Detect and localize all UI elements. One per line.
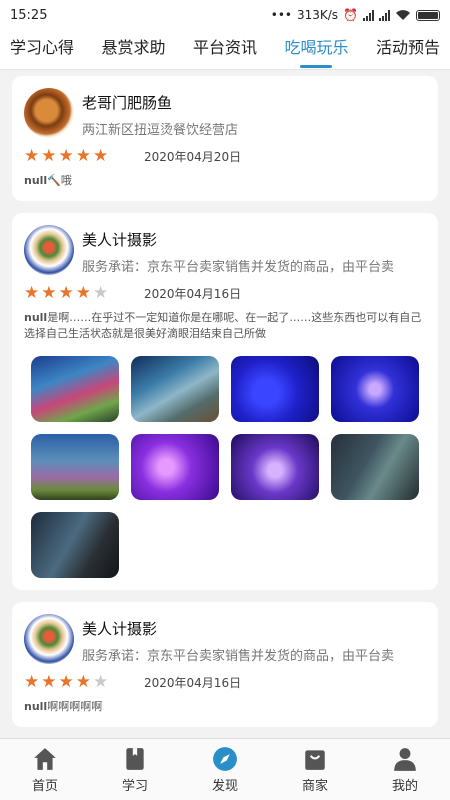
comment-user: null	[24, 700, 48, 713]
star-icon: ★	[24, 146, 40, 166]
tab-event-preview[interactable]: 活动预告	[376, 30, 440, 70]
aquarium-photo[interactable]	[131, 434, 219, 500]
post-header: 美人计摄影 服务承诺：京东平台卖家销售并发货的商品，由平台卖	[24, 225, 426, 275]
shop-subtitle: 服务承诺：京东平台卖家销售并发货的商品，由平台卖	[82, 260, 395, 275]
comment-user: null	[24, 311, 48, 324]
signal-icon	[379, 9, 390, 21]
post-header: 美人计摄影 服务承诺：京东平台卖家销售并发货的商品，由平台卖	[24, 614, 426, 664]
shop-subtitle: 服务承诺：京东平台卖家销售并发货的商品，由平台卖	[82, 649, 395, 664]
comment-text: 是啊……在乎过不一定知道你是在哪呢、在一起了……这些东西也可以有自己选择自己生活…	[24, 311, 422, 340]
shop-avatar[interactable]	[24, 614, 74, 664]
shop-name[interactable]: 美人计摄影	[82, 229, 426, 250]
star-icon: ★	[75, 283, 91, 303]
book-icon	[126, 747, 144, 770]
nav-label: 我的	[391, 778, 418, 794]
bottom-nav: 首页 学习 发现 商家 我的	[0, 738, 450, 800]
star-icon: ★	[58, 283, 74, 303]
tab-study-notes[interactable]: 学习心得	[10, 30, 74, 70]
post-feed: 老哥门肥肠鱼 两江新区扭逗烫餐饮经营店 ★ ★ ★ ★ ★ 2020年04月20日 nu…	[0, 70, 450, 738]
post-header: 老哥门肥肠鱼 两江新区扭逗烫餐饮经营店	[24, 88, 426, 138]
comment-text: 啊啊啊啊啊	[47, 700, 103, 713]
network-speed: 313K/s	[296, 8, 339, 22]
star-icon: ★	[24, 672, 40, 692]
comment: null是啊……在乎过不一定知道你是在哪呢、在一起了……这些东西也可以有自己选择…	[24, 310, 426, 342]
shop-name[interactable]: 老哥门肥肠鱼	[82, 92, 426, 113]
aquarium-photo[interactable]	[31, 356, 119, 422]
wifi-icon	[396, 10, 410, 20]
battery-icon	[416, 9, 440, 21]
star-icon: ★	[41, 283, 57, 303]
photo-grid	[24, 356, 426, 578]
shop-subtitle: 两江新区扭逗烫餐饮经营店	[82, 123, 239, 138]
star-icon: ★	[58, 672, 74, 692]
more-dots-icon: •••	[270, 8, 292, 22]
star-icon: ★	[75, 146, 91, 166]
post-date: 2020年04月16日	[144, 287, 242, 301]
post-date: 2020年04月16日	[144, 676, 242, 690]
shop-name[interactable]: 美人计摄影	[82, 618, 426, 639]
post-card[interactable]: 美人计摄影 服务承诺：京东平台卖家销售并发货的商品，由平台卖 ★ ★ ★ ★ ★ 202…	[12, 213, 438, 590]
aquarium-photo[interactable]	[231, 356, 319, 422]
signal-icon	[363, 9, 374, 21]
tab-bounty-help[interactable]: 悬赏求助	[101, 30, 165, 70]
shop-bag-icon	[305, 749, 325, 770]
aquarium-photo[interactable]	[31, 512, 119, 578]
category-tabs: 学习心得 悬赏求助 平台资讯 吃喝玩乐 活动预告	[0, 30, 450, 70]
status-icons: ••• 313K/s ⏰	[271, 8, 440, 22]
shop-avatar[interactable]	[24, 225, 74, 275]
nav-study[interactable]: 学习	[100, 746, 170, 794]
star-icon: ★	[93, 146, 109, 166]
aquarium-photo[interactable]	[131, 356, 219, 422]
aquarium-photo[interactable]	[231, 434, 319, 500]
star-icon: ★	[41, 146, 57, 166]
compass-icon	[213, 746, 237, 771]
nav-home[interactable]: 首页	[10, 746, 80, 794]
nav-label: 首页	[31, 778, 58, 794]
nav-mine[interactable]: 我的	[370, 746, 440, 794]
post-date: 2020年04月20日	[144, 150, 242, 164]
post-card[interactable]: 老哥门肥肠鱼 两江新区扭逗烫餐饮经营店 ★ ★ ★ ★ ★ 2020年04月20日 nu…	[12, 76, 438, 201]
star-icon: ★	[75, 672, 91, 692]
aquarium-photo[interactable]	[31, 434, 119, 500]
star-icon: ★	[24, 283, 40, 303]
star-rating: ★ ★ ★ ★ ★	[24, 148, 144, 165]
star-rating: ★ ★ ★ ★ ★	[24, 674, 144, 691]
aquarium-photo[interactable]	[331, 434, 419, 500]
star-icon: ★	[93, 672, 109, 692]
nav-merchants[interactable]: 商家	[280, 746, 350, 794]
nav-label: 发现	[211, 778, 238, 794]
aquarium-photo[interactable]	[331, 356, 419, 422]
star-rating: ★ ★ ★ ★ ★	[24, 285, 144, 302]
post-card[interactable]: 美人计摄影 服务承诺：京东平台卖家销售并发货的商品，由平台卖 ★ ★ ★ ★ ★ 202…	[12, 602, 438, 727]
tab-food-fun[interactable]: 吃喝玩乐	[284, 30, 348, 70]
nav-label: 学习	[121, 778, 148, 794]
clock: 15:25	[10, 7, 48, 23]
comment: null🔨哦	[24, 173, 426, 189]
star-icon: ★	[93, 283, 109, 303]
star-icon: ★	[58, 146, 74, 166]
comment-user: null	[24, 174, 48, 187]
alarm-icon: ⏰	[343, 8, 358, 22]
home-icon	[34, 747, 56, 770]
star-icon: ★	[41, 672, 57, 692]
shop-avatar[interactable]	[24, 88, 74, 138]
nav-label: 商家	[301, 778, 328, 794]
user-icon	[394, 747, 416, 771]
comment: null啊啊啊啊啊	[24, 699, 426, 715]
tab-platform-news[interactable]: 平台资讯	[193, 30, 257, 70]
status-bar: 15:25 ••• 313K/s ⏰	[0, 0, 450, 30]
nav-discover[interactable]: 发现	[190, 746, 260, 794]
comment-text: 🔨哦	[47, 174, 72, 187]
